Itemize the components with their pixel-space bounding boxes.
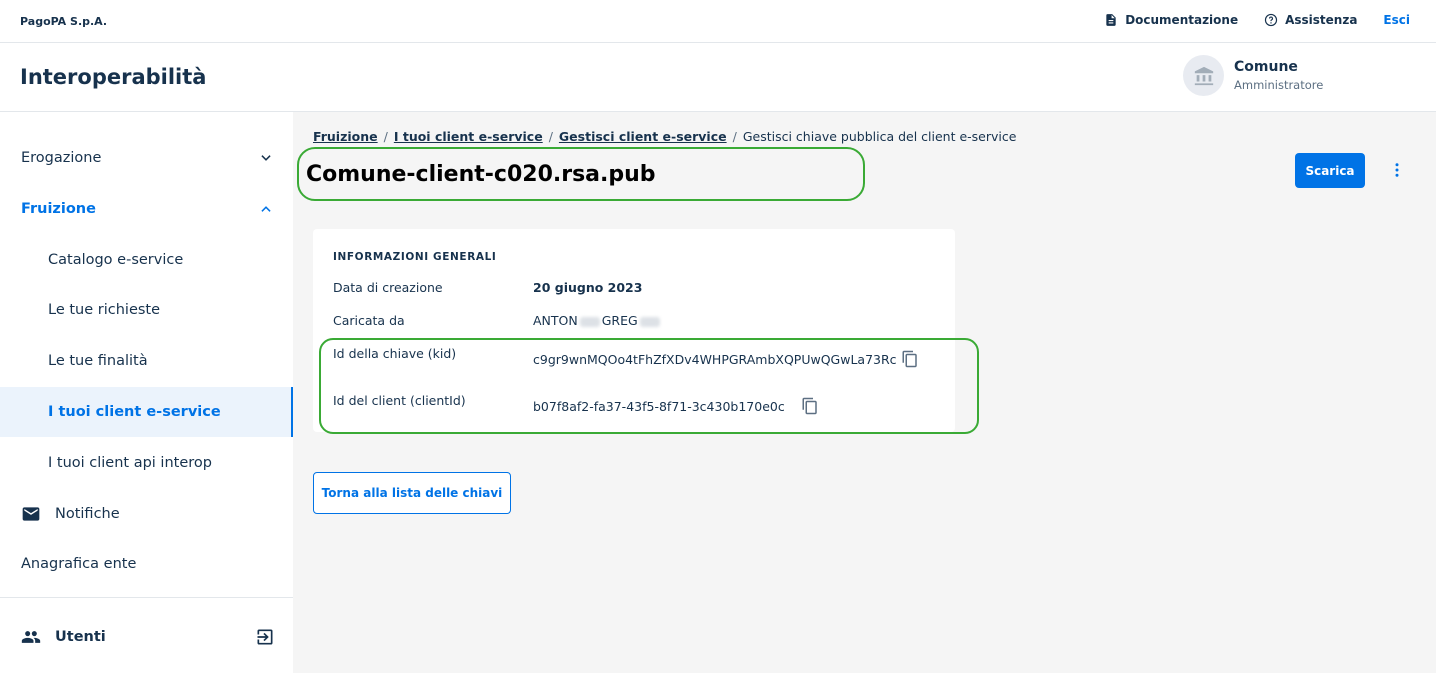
uploaded-by-label: Caricata da: [333, 313, 405, 328]
breadcrumb: Fruizione / I tuoi client e-service / Ge…: [313, 129, 1016, 144]
download-button[interactable]: Scarica: [1295, 153, 1365, 188]
sidebar-item-finalita[interactable]: Le tue finalità: [0, 336, 293, 386]
sidebar-item-label: Le tue richieste: [48, 302, 161, 318]
document-icon: [1106, 14, 1116, 26]
users-label: Utenti: [55, 629, 106, 645]
help-icon: [1264, 13, 1278, 27]
documentation-label: Documentazione: [1125, 13, 1239, 27]
help-link[interactable]: Assistenza: [1264, 13, 1357, 27]
chevron-up-icon: [261, 206, 271, 212]
sidebar-item-label: Anagrafica ente: [21, 556, 137, 572]
sidebar-divider: [0, 597, 293, 598]
product-title: Interoperabilità: [20, 65, 207, 89]
chevron-down-icon: [261, 155, 271, 161]
sidebar-item-erogazione[interactable]: Erogazione: [0, 133, 293, 183]
uploaded-by-last: GREG: [601, 313, 638, 328]
sidebar-item-richieste[interactable]: Le tue richieste: [0, 285, 293, 335]
party-selector[interactable]: Comune Amministratore: [1183, 55, 1323, 96]
breadcrumb-fruizione[interactable]: Fruizione: [313, 129, 378, 144]
logout-link[interactable]: Esci: [1383, 13, 1410, 27]
back-to-keys-button[interactable]: Torna alla lista delle chiavi: [313, 472, 511, 514]
sidebar-item-label: Fruizione: [21, 201, 96, 217]
sidebar: Erogazione Fruizione Catalogo e-service …: [0, 112, 293, 673]
uploaded-by-first: ANTON: [533, 313, 578, 328]
exit-icon[interactable]: [255, 627, 275, 647]
sidebar-item-catalogo[interactable]: Catalogo e-service: [0, 235, 293, 285]
ids-highlight-annotation: [319, 338, 979, 434]
breadcrumb-client-eservice[interactable]: I tuoi client e-service: [394, 129, 543, 144]
party-info: Comune Amministratore: [1234, 59, 1323, 92]
more-actions-icon[interactable]: [1388, 161, 1406, 179]
top-bar: PagoPA S.p.A. Documentazione Assistenza …: [0, 0, 1436, 43]
breadcrumb-separator: /: [732, 129, 737, 144]
sidebar-item-fruizione[interactable]: Fruizione: [0, 184, 293, 234]
sidebar-item-utenti[interactable]: Utenti: [0, 612, 293, 662]
party-name: Comune: [1234, 59, 1298, 75]
sidebar-item-anagrafica[interactable]: Anagrafica ente: [0, 539, 293, 589]
breadcrumb-separator: /: [383, 129, 388, 144]
help-label: Assistenza: [1285, 13, 1358, 27]
title-highlight-annotation: [297, 147, 865, 201]
sidebar-item-client-eservice[interactable]: I tuoi client e-service: [0, 387, 293, 437]
sidebar-item-label: I tuoi client api interop: [48, 455, 212, 471]
creation-date-label: Data di creazione: [333, 280, 443, 295]
redacted-block: [639, 316, 660, 327]
avatar: [1183, 55, 1224, 96]
sidebar-item-label: Catalogo e-service: [48, 252, 184, 268]
mail-icon: [22, 507, 40, 521]
documentation-link[interactable]: Documentazione: [1104, 13, 1238, 27]
sidebar-item-label: I tuoi client e-service: [48, 404, 221, 420]
sidebar-item-label: Erogazione: [21, 150, 102, 166]
redacted-block: [579, 316, 600, 327]
main-content: Fruizione / I tuoi client e-service / Ge…: [293, 112, 1436, 673]
product-header: Interoperabilità Comune Amministratore: [0, 43, 1436, 112]
sidebar-item-client-api-interop[interactable]: I tuoi client api interop: [0, 438, 293, 488]
creation-date-value: 20 giugno 2023: [533, 280, 643, 295]
breadcrumb-current: Gestisci chiave pubblica del client e-se…: [742, 129, 1017, 144]
sidebar-item-label: Notifiche: [55, 506, 120, 522]
breadcrumb-separator: /: [548, 129, 553, 144]
sidebar-item-notifiche[interactable]: Notifiche: [0, 489, 293, 539]
section-title: INFORMAZIONI GENERALI: [333, 251, 497, 263]
brand-link[interactable]: PagoPA S.p.A.: [20, 15, 107, 28]
sidebar-item-label: Le tue finalità: [48, 353, 148, 369]
institution-icon: [1194, 66, 1213, 85]
people-icon: [21, 631, 41, 643]
party-role: Amministratore: [1234, 78, 1324, 92]
breadcrumb-gestisci-client[interactable]: Gestisci client e-service: [559, 129, 727, 144]
top-links: Documentazione Assistenza Esci: [1104, 13, 1410, 27]
uploaded-by-value: ANTON GREG: [533, 313, 662, 328]
